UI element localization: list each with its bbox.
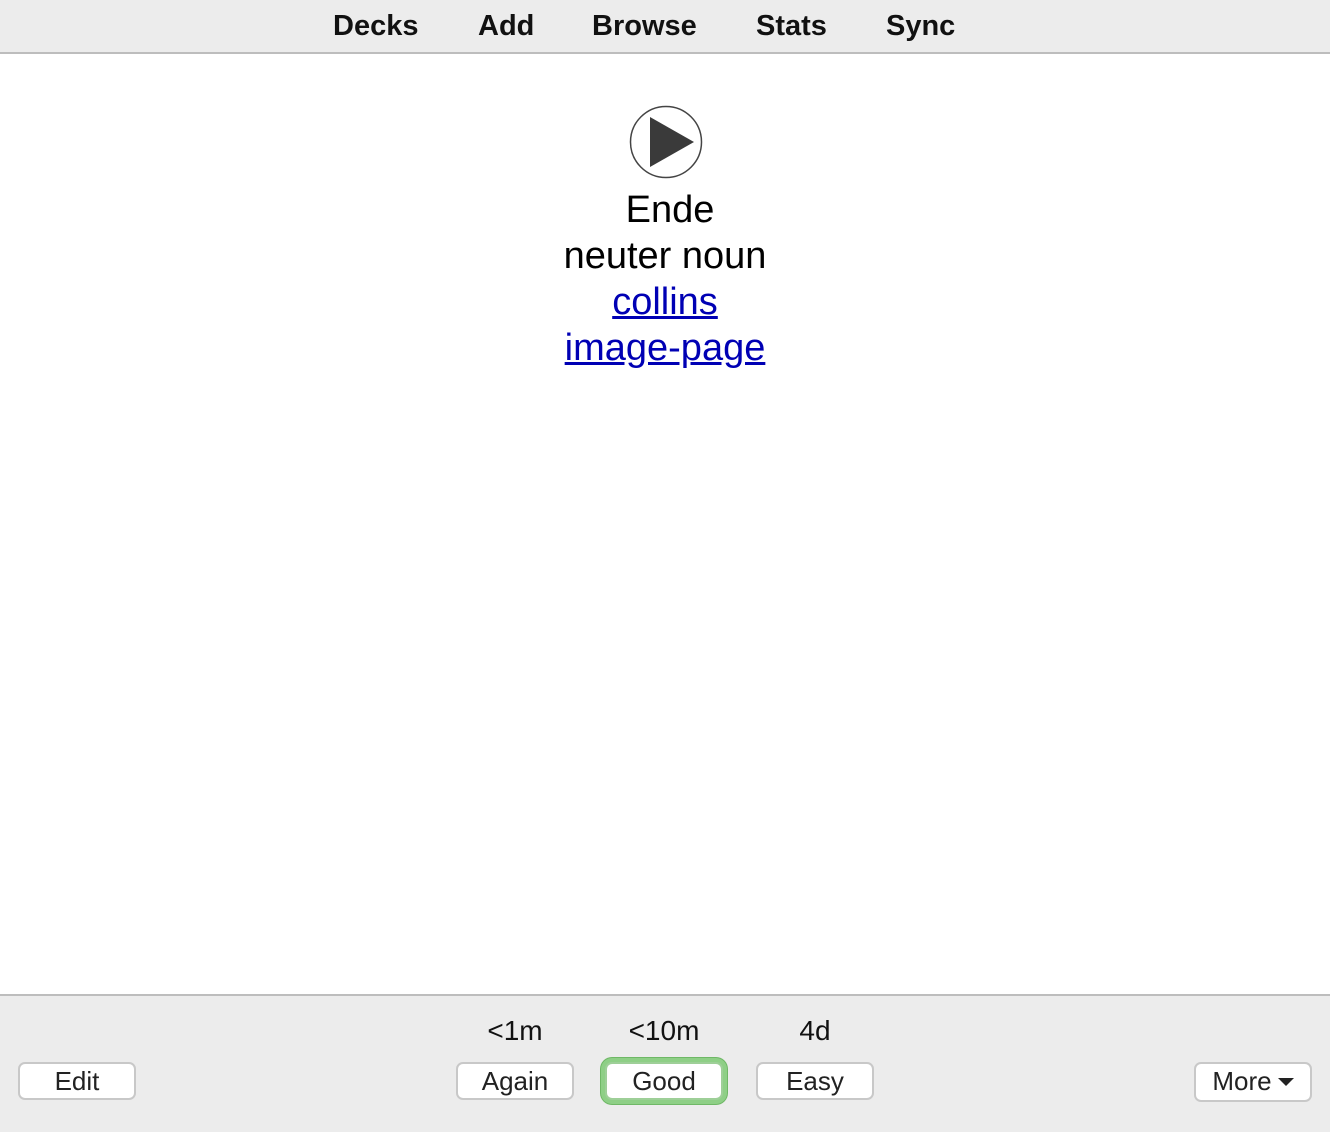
good-interval: <10m xyxy=(628,1015,700,1046)
card-content: Ende neuter noun collins image-page xyxy=(0,56,1330,994)
play-audio-button[interactable] xyxy=(629,105,703,179)
collins-link-row: collins xyxy=(0,279,1330,325)
nav-stats-link[interactable]: Stats xyxy=(756,8,827,44)
good-button[interactable]: Good xyxy=(605,1062,723,1100)
more-label: More xyxy=(1212,1066,1272,1096)
nav-sync-link[interactable]: Sync xyxy=(886,8,955,44)
image-page-link-row: image-page xyxy=(0,325,1330,371)
card-grammar: neuter noun xyxy=(563,235,767,277)
nav-add-link[interactable]: Add xyxy=(478,8,534,44)
nav-browse-link[interactable]: Browse xyxy=(592,8,697,44)
answer-bar: Edit <1m Again <10m Good 4d Easy More xyxy=(0,994,1330,1132)
collins-link[interactable]: collins xyxy=(612,281,718,323)
play-audio-icon xyxy=(629,105,703,179)
easy-button[interactable]: Easy xyxy=(756,1062,874,1100)
again-button[interactable]: Again xyxy=(456,1062,574,1100)
easy-interval: 4d xyxy=(799,1015,831,1046)
more-button[interactable]: More xyxy=(1194,1062,1312,1102)
nav-decks-link[interactable]: Decks xyxy=(333,8,418,44)
caret-down-icon xyxy=(1277,1077,1294,1086)
card-word: Ende xyxy=(625,189,715,231)
again-interval: <1m xyxy=(487,1015,543,1046)
edit-button[interactable]: Edit xyxy=(18,1062,136,1100)
top-toolbar: Decks Add Browse Stats Sync xyxy=(0,0,1330,54)
image-page-link[interactable]: image-page xyxy=(565,327,766,369)
